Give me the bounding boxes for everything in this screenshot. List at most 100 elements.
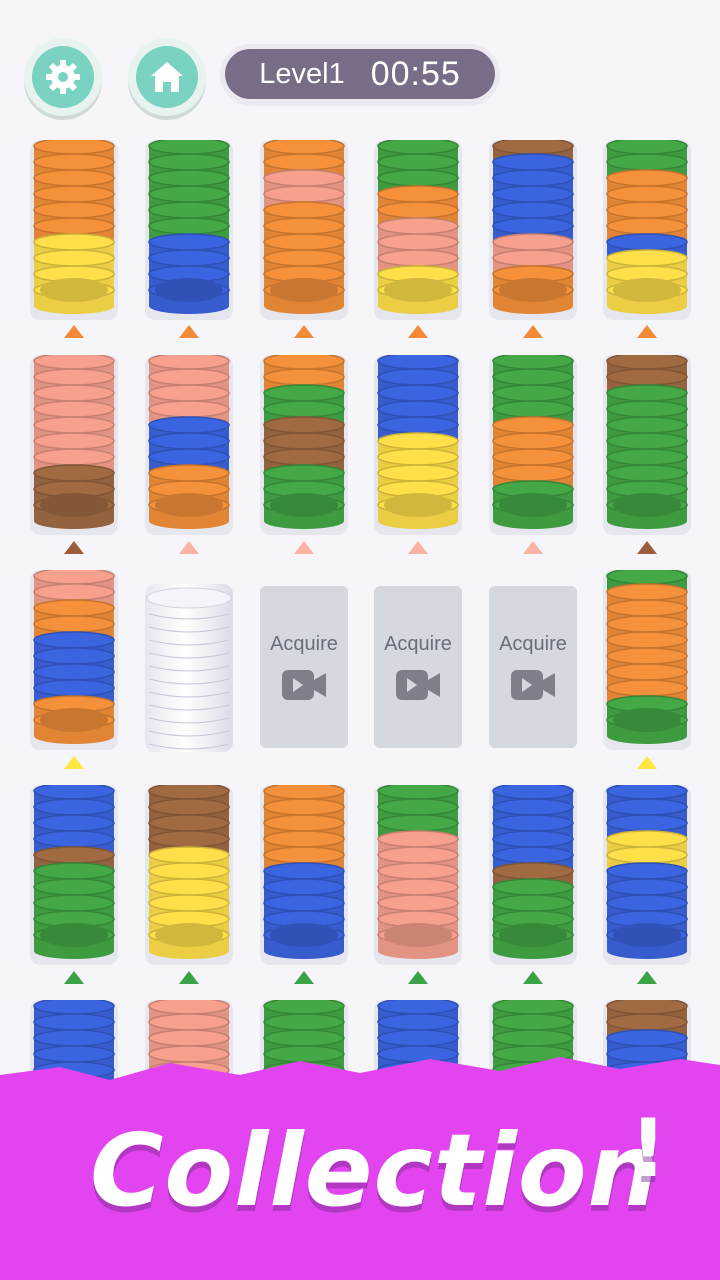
coin-top <box>33 233 115 251</box>
coin-top <box>148 782 230 800</box>
coin-face <box>499 923 567 947</box>
coin-top <box>377 352 459 370</box>
coin-top <box>33 185 115 203</box>
coin-face <box>155 278 223 302</box>
coin-top <box>33 432 115 450</box>
coin-stack <box>263 782 345 959</box>
coin-face <box>155 493 223 517</box>
coin-top <box>377 249 459 267</box>
coin-top <box>263 997 345 1015</box>
move-arrow-icon <box>64 325 84 338</box>
coin-face <box>270 278 338 302</box>
coin-top <box>492 814 574 832</box>
coin-top <box>33 352 115 370</box>
coin-top <box>377 830 459 848</box>
coin-tube[interactable] <box>489 137 577 320</box>
coin-tube[interactable] <box>145 137 233 320</box>
coin-face <box>384 493 452 517</box>
coin-tube[interactable] <box>374 352 462 535</box>
coin-top <box>492 448 574 466</box>
coin-top <box>263 416 345 434</box>
coin-face <box>499 493 567 517</box>
coin-face <box>40 923 108 947</box>
coin-tube[interactable] <box>260 782 348 965</box>
coin-top <box>492 233 574 251</box>
coin-top <box>606 814 688 832</box>
move-arrow-icon <box>64 971 84 984</box>
coin-top <box>148 846 230 864</box>
coin-top <box>263 352 345 370</box>
coin-tube[interactable] <box>489 352 577 535</box>
coin-top <box>148 249 230 267</box>
coin-stack <box>33 352 115 529</box>
coin-top <box>263 894 345 912</box>
coin-top <box>148 814 230 832</box>
coin-top <box>492 368 574 386</box>
coin-top <box>33 862 115 880</box>
coin-tube[interactable] <box>374 782 462 965</box>
coin-tube[interactable] <box>260 352 348 535</box>
move-arrow-icon <box>179 541 199 554</box>
acquire-tube[interactable]: Acquire <box>374 586 462 748</box>
coin-top <box>263 862 345 880</box>
coin-stack <box>492 352 574 529</box>
coin-top <box>606 137 688 155</box>
move-arrow-icon <box>637 971 657 984</box>
coin-face <box>384 923 452 947</box>
coin-stack <box>33 567 115 744</box>
coin-tube[interactable] <box>145 782 233 965</box>
coin-tube[interactable] <box>30 782 118 965</box>
move-arrow-icon <box>637 325 657 338</box>
coin-top <box>33 137 115 155</box>
coin-tube[interactable] <box>30 352 118 535</box>
coin-tube[interactable] <box>30 137 118 320</box>
coin-top <box>148 368 230 386</box>
coin-top <box>33 384 115 402</box>
coin-top <box>33 679 115 697</box>
coin-top <box>33 798 115 816</box>
coin-top <box>33 1013 115 1031</box>
move-arrow-icon <box>523 541 543 554</box>
coin-face <box>40 708 108 732</box>
empty-tube[interactable] <box>145 584 233 752</box>
coin-top <box>492 878 574 896</box>
coin-top <box>148 352 230 370</box>
acquire-label: Acquire <box>384 632 452 655</box>
coin-tube[interactable] <box>145 352 233 535</box>
coin-tube[interactable] <box>260 137 348 320</box>
coin-top <box>492 169 574 187</box>
coin-tube[interactable] <box>489 782 577 965</box>
video-camera-icon <box>396 669 440 700</box>
coin-top <box>33 846 115 864</box>
coin-top <box>377 169 459 187</box>
coin-top <box>263 249 345 267</box>
coin-top <box>606 217 688 235</box>
coin-tube[interactable] <box>603 567 691 750</box>
acquire-tube[interactable]: Acquire <box>489 586 577 748</box>
coin-face <box>384 278 452 302</box>
coin-stack <box>263 137 345 314</box>
coin-top <box>606 647 688 665</box>
coin-tube[interactable] <box>603 137 691 320</box>
coin-tube[interactable] <box>30 567 118 750</box>
coin-top <box>33 169 115 187</box>
coin-top <box>377 814 459 832</box>
coin-top <box>492 432 574 450</box>
empty-ring <box>148 665 230 672</box>
coin-tube[interactable] <box>374 137 462 320</box>
coin-top <box>606 1013 688 1031</box>
coin-top <box>606 384 688 402</box>
empty-ring <box>148 678 230 685</box>
coin-top <box>33 416 115 434</box>
coin-top <box>606 631 688 649</box>
coin-top <box>377 217 459 235</box>
coin-face <box>40 278 108 302</box>
coin-top <box>606 233 688 251</box>
coin-tube[interactable] <box>603 782 691 965</box>
coin-top <box>33 599 115 617</box>
acquire-tube[interactable]: Acquire <box>260 586 348 748</box>
coin-top <box>33 400 115 418</box>
coin-tube[interactable] <box>603 352 691 535</box>
coin-top <box>33 448 115 466</box>
coin-face <box>613 708 681 732</box>
